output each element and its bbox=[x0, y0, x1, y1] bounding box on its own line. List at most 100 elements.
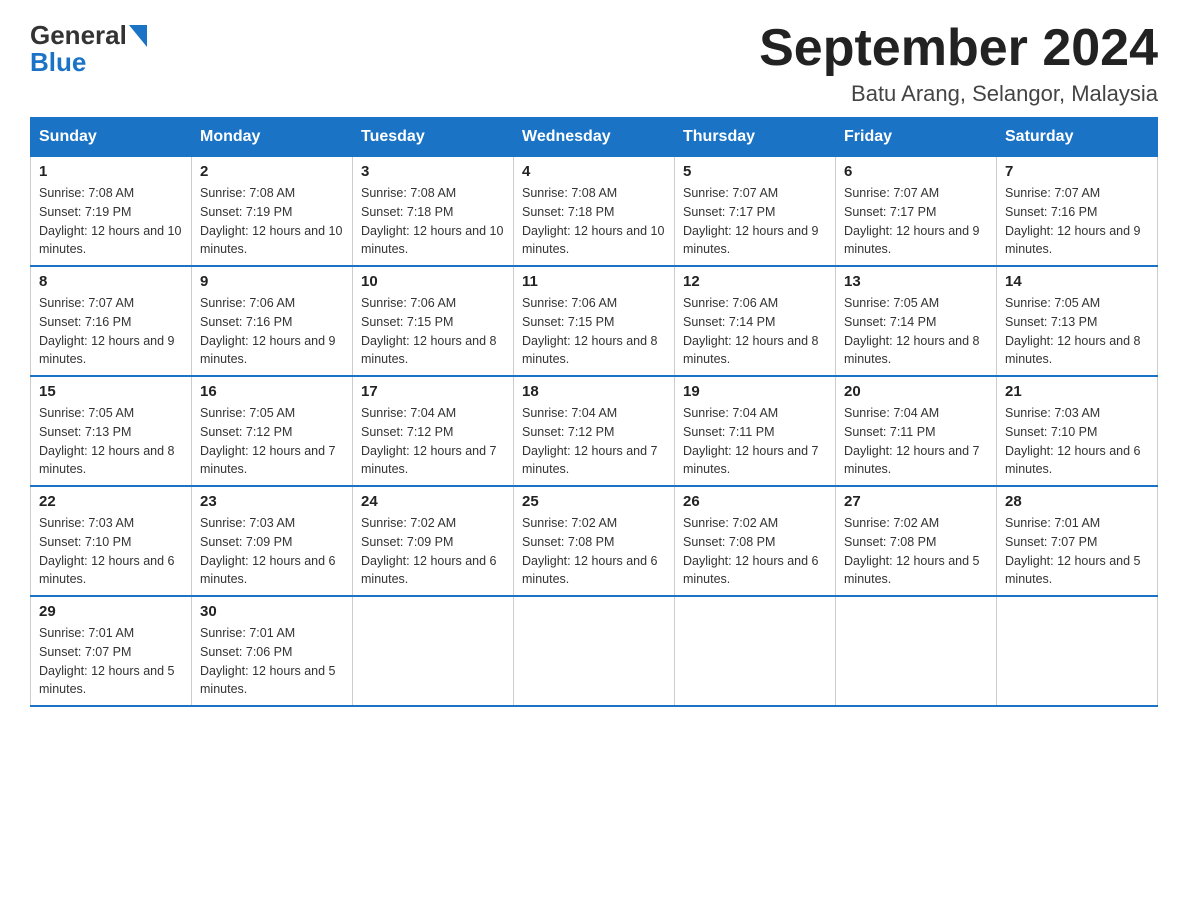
day-number: 24 bbox=[361, 493, 505, 510]
calendar-cell: 17 Sunrise: 7:04 AM Sunset: 7:12 PM Dayl… bbox=[353, 376, 514, 486]
day-number: 3 bbox=[361, 163, 505, 180]
day-number: 18 bbox=[522, 383, 666, 400]
day-info: Sunrise: 7:04 AM Sunset: 7:12 PM Dayligh… bbox=[522, 404, 666, 479]
calendar-cell: 9 Sunrise: 7:06 AM Sunset: 7:16 PM Dayli… bbox=[192, 266, 353, 376]
day-info: Sunrise: 7:01 AM Sunset: 7:07 PM Dayligh… bbox=[39, 624, 183, 699]
day-info: Sunrise: 7:07 AM Sunset: 7:17 PM Dayligh… bbox=[844, 184, 988, 259]
week-row-3: 15 Sunrise: 7:05 AM Sunset: 7:13 PM Dayl… bbox=[31, 376, 1158, 486]
logo-blue-text: Blue bbox=[30, 47, 86, 78]
calendar-cell: 6 Sunrise: 7:07 AM Sunset: 7:17 PM Dayli… bbox=[836, 157, 997, 267]
calendar-cell: 18 Sunrise: 7:04 AM Sunset: 7:12 PM Dayl… bbox=[514, 376, 675, 486]
calendar-cell: 20 Sunrise: 7:04 AM Sunset: 7:11 PM Dayl… bbox=[836, 376, 997, 486]
day-number: 22 bbox=[39, 493, 183, 510]
week-row-5: 29 Sunrise: 7:01 AM Sunset: 7:07 PM Dayl… bbox=[31, 596, 1158, 706]
day-info: Sunrise: 7:08 AM Sunset: 7:18 PM Dayligh… bbox=[522, 184, 666, 259]
calendar-subtitle: Batu Arang, Selangor, Malaysia bbox=[759, 81, 1158, 107]
col-header-tuesday: Tuesday bbox=[353, 118, 514, 157]
calendar-cell: 28 Sunrise: 7:01 AM Sunset: 7:07 PM Dayl… bbox=[997, 486, 1158, 596]
week-row-4: 22 Sunrise: 7:03 AM Sunset: 7:10 PM Dayl… bbox=[31, 486, 1158, 596]
calendar-cell: 1 Sunrise: 7:08 AM Sunset: 7:19 PM Dayli… bbox=[31, 157, 192, 267]
day-number: 30 bbox=[200, 603, 344, 620]
calendar-table: SundayMondayTuesdayWednesdayThursdayFrid… bbox=[30, 117, 1158, 707]
day-number: 25 bbox=[522, 493, 666, 510]
day-info: Sunrise: 7:04 AM Sunset: 7:12 PM Dayligh… bbox=[361, 404, 505, 479]
day-number: 4 bbox=[522, 163, 666, 180]
calendar-cell: 26 Sunrise: 7:02 AM Sunset: 7:08 PM Dayl… bbox=[675, 486, 836, 596]
day-info: Sunrise: 7:06 AM Sunset: 7:14 PM Dayligh… bbox=[683, 294, 827, 369]
calendar-cell bbox=[675, 596, 836, 706]
day-info: Sunrise: 7:03 AM Sunset: 7:09 PM Dayligh… bbox=[200, 514, 344, 589]
title-block: September 2024 Batu Arang, Selangor, Mal… bbox=[759, 20, 1158, 107]
day-info: Sunrise: 7:07 AM Sunset: 7:16 PM Dayligh… bbox=[1005, 184, 1149, 259]
day-info: Sunrise: 7:07 AM Sunset: 7:16 PM Dayligh… bbox=[39, 294, 183, 369]
day-number: 6 bbox=[844, 163, 988, 180]
day-number: 17 bbox=[361, 383, 505, 400]
header-row: SundayMondayTuesdayWednesdayThursdayFrid… bbox=[31, 118, 1158, 157]
calendar-cell: 8 Sunrise: 7:07 AM Sunset: 7:16 PM Dayli… bbox=[31, 266, 192, 376]
day-info: Sunrise: 7:02 AM Sunset: 7:08 PM Dayligh… bbox=[844, 514, 988, 589]
calendar-cell: 11 Sunrise: 7:06 AM Sunset: 7:15 PM Dayl… bbox=[514, 266, 675, 376]
col-header-friday: Friday bbox=[836, 118, 997, 157]
logo: General Blue bbox=[30, 20, 147, 78]
calendar-cell: 5 Sunrise: 7:07 AM Sunset: 7:17 PM Dayli… bbox=[675, 157, 836, 267]
day-number: 7 bbox=[1005, 163, 1149, 180]
day-info: Sunrise: 7:03 AM Sunset: 7:10 PM Dayligh… bbox=[1005, 404, 1149, 479]
calendar-cell: 21 Sunrise: 7:03 AM Sunset: 7:10 PM Dayl… bbox=[997, 376, 1158, 486]
col-header-saturday: Saturday bbox=[997, 118, 1158, 157]
calendar-cell: 19 Sunrise: 7:04 AM Sunset: 7:11 PM Dayl… bbox=[675, 376, 836, 486]
calendar-cell bbox=[836, 596, 997, 706]
day-number: 20 bbox=[844, 383, 988, 400]
week-row-2: 8 Sunrise: 7:07 AM Sunset: 7:16 PM Dayli… bbox=[31, 266, 1158, 376]
calendar-cell: 16 Sunrise: 7:05 AM Sunset: 7:12 PM Dayl… bbox=[192, 376, 353, 486]
calendar-cell: 27 Sunrise: 7:02 AM Sunset: 7:08 PM Dayl… bbox=[836, 486, 997, 596]
logo-arrow-icon bbox=[129, 25, 147, 47]
calendar-cell bbox=[514, 596, 675, 706]
day-number: 15 bbox=[39, 383, 183, 400]
day-number: 13 bbox=[844, 273, 988, 290]
calendar-cell: 4 Sunrise: 7:08 AM Sunset: 7:18 PM Dayli… bbox=[514, 157, 675, 267]
day-number: 11 bbox=[522, 273, 666, 290]
day-info: Sunrise: 7:06 AM Sunset: 7:15 PM Dayligh… bbox=[361, 294, 505, 369]
day-info: Sunrise: 7:05 AM Sunset: 7:14 PM Dayligh… bbox=[844, 294, 988, 369]
calendar-cell: 24 Sunrise: 7:02 AM Sunset: 7:09 PM Dayl… bbox=[353, 486, 514, 596]
calendar-cell: 10 Sunrise: 7:06 AM Sunset: 7:15 PM Dayl… bbox=[353, 266, 514, 376]
day-number: 2 bbox=[200, 163, 344, 180]
calendar-cell: 30 Sunrise: 7:01 AM Sunset: 7:06 PM Dayl… bbox=[192, 596, 353, 706]
day-info: Sunrise: 7:08 AM Sunset: 7:19 PM Dayligh… bbox=[200, 184, 344, 259]
day-info: Sunrise: 7:04 AM Sunset: 7:11 PM Dayligh… bbox=[844, 404, 988, 479]
day-info: Sunrise: 7:06 AM Sunset: 7:16 PM Dayligh… bbox=[200, 294, 344, 369]
calendar-cell: 22 Sunrise: 7:03 AM Sunset: 7:10 PM Dayl… bbox=[31, 486, 192, 596]
week-row-1: 1 Sunrise: 7:08 AM Sunset: 7:19 PM Dayli… bbox=[31, 157, 1158, 267]
calendar-cell: 13 Sunrise: 7:05 AM Sunset: 7:14 PM Dayl… bbox=[836, 266, 997, 376]
calendar-cell: 2 Sunrise: 7:08 AM Sunset: 7:19 PM Dayli… bbox=[192, 157, 353, 267]
day-number: 23 bbox=[200, 493, 344, 510]
day-number: 21 bbox=[1005, 383, 1149, 400]
day-number: 10 bbox=[361, 273, 505, 290]
day-info: Sunrise: 7:01 AM Sunset: 7:07 PM Dayligh… bbox=[1005, 514, 1149, 589]
calendar-cell: 3 Sunrise: 7:08 AM Sunset: 7:18 PM Dayli… bbox=[353, 157, 514, 267]
day-number: 12 bbox=[683, 273, 827, 290]
col-header-sunday: Sunday bbox=[31, 118, 192, 157]
day-number: 29 bbox=[39, 603, 183, 620]
calendar-cell: 15 Sunrise: 7:05 AM Sunset: 7:13 PM Dayl… bbox=[31, 376, 192, 486]
day-number: 16 bbox=[200, 383, 344, 400]
day-info: Sunrise: 7:05 AM Sunset: 7:13 PM Dayligh… bbox=[39, 404, 183, 479]
day-info: Sunrise: 7:02 AM Sunset: 7:08 PM Dayligh… bbox=[522, 514, 666, 589]
day-number: 26 bbox=[683, 493, 827, 510]
day-info: Sunrise: 7:08 AM Sunset: 7:19 PM Dayligh… bbox=[39, 184, 183, 259]
day-number: 8 bbox=[39, 273, 183, 290]
calendar-cell: 25 Sunrise: 7:02 AM Sunset: 7:08 PM Dayl… bbox=[514, 486, 675, 596]
day-info: Sunrise: 7:03 AM Sunset: 7:10 PM Dayligh… bbox=[39, 514, 183, 589]
day-info: Sunrise: 7:05 AM Sunset: 7:12 PM Dayligh… bbox=[200, 404, 344, 479]
col-header-monday: Monday bbox=[192, 118, 353, 157]
day-info: Sunrise: 7:04 AM Sunset: 7:11 PM Dayligh… bbox=[683, 404, 827, 479]
calendar-cell: 14 Sunrise: 7:05 AM Sunset: 7:13 PM Dayl… bbox=[997, 266, 1158, 376]
calendar-cell: 7 Sunrise: 7:07 AM Sunset: 7:16 PM Dayli… bbox=[997, 157, 1158, 267]
calendar-title: September 2024 bbox=[759, 20, 1158, 77]
day-number: 5 bbox=[683, 163, 827, 180]
day-number: 1 bbox=[39, 163, 183, 180]
calendar-cell: 12 Sunrise: 7:06 AM Sunset: 7:14 PM Dayl… bbox=[675, 266, 836, 376]
day-number: 27 bbox=[844, 493, 988, 510]
day-info: Sunrise: 7:07 AM Sunset: 7:17 PM Dayligh… bbox=[683, 184, 827, 259]
calendar-cell: 23 Sunrise: 7:03 AM Sunset: 7:09 PM Dayl… bbox=[192, 486, 353, 596]
